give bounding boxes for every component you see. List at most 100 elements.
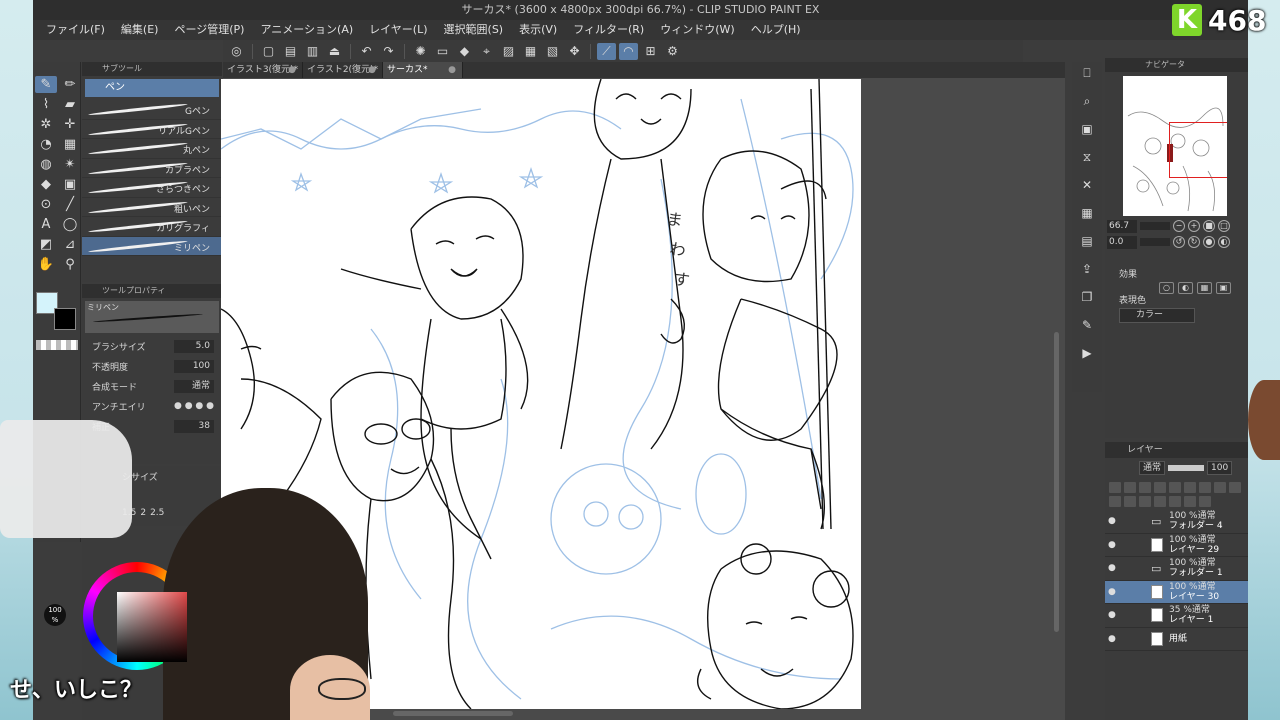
layer-tool-icon[interactable] bbox=[1184, 482, 1196, 493]
fill-icon[interactable]: ◆ bbox=[455, 43, 474, 60]
sub-view-icon[interactable]: ⎕ bbox=[1077, 64, 1097, 82]
search-icon[interactable]: ⌕ bbox=[1077, 92, 1097, 110]
layer-color-icon[interactable]: ▣ bbox=[1216, 282, 1231, 294]
lasso-tool-icon[interactable]: ◯ bbox=[59, 216, 81, 233]
eye-icon[interactable]: ● bbox=[1108, 540, 1116, 550]
snap-special-ruler-icon[interactable]: ◠ bbox=[619, 42, 638, 60]
layer-tool-icon[interactable] bbox=[1109, 482, 1121, 493]
tone-effect-icon[interactable]: ◐ bbox=[1178, 282, 1193, 294]
flip-icon[interactable]: ◐ bbox=[1218, 236, 1230, 248]
history-icon[interactable]: ⧖ bbox=[1077, 148, 1097, 166]
vertical-scrollbar[interactable] bbox=[1054, 332, 1059, 632]
clear-icon[interactable]: ▭ bbox=[433, 43, 452, 60]
grid-icon[interactable]: ▦ bbox=[1077, 204, 1097, 222]
delete-layer-icon[interactable] bbox=[1199, 496, 1211, 507]
pencil-tool-icon[interactable]: ✏ bbox=[59, 76, 81, 93]
hand-tool-icon[interactable]: ✋ bbox=[35, 256, 57, 273]
tab-illust3[interactable]: イラスト3(復元)* ● bbox=[223, 62, 303, 78]
new-folder-icon[interactable] bbox=[1124, 496, 1136, 507]
layer-row[interactable]: ● 100 %通常 レイヤー 29 bbox=[1105, 534, 1248, 557]
rotate-right-icon[interactable]: ↻ bbox=[1188, 236, 1200, 248]
brush-size-option[interactable]: 2.5 bbox=[150, 508, 164, 518]
fill-tool-icon[interactable]: ◆ bbox=[35, 176, 57, 193]
layer-row[interactable]: ● ▭ 100 %通常 フォルダー 4 bbox=[1105, 510, 1248, 534]
subtool-group-tab[interactable]: ペン bbox=[85, 79, 219, 97]
layer-tool-icon[interactable] bbox=[1154, 496, 1166, 507]
brush-item-selected[interactable]: ミリペン bbox=[82, 236, 222, 256]
layer-tool-icon[interactable] bbox=[1124, 482, 1136, 493]
move-tool-icon[interactable]: ✛ bbox=[59, 116, 81, 133]
edit-icon[interactable]: ✎ bbox=[1077, 316, 1097, 334]
snap-grid-icon[interactable]: ⊞ bbox=[641, 43, 660, 60]
animation-icon[interactable]: ▶ bbox=[1077, 344, 1097, 362]
menu-layer[interactable]: レイヤー(L) bbox=[364, 20, 432, 40]
zoom-value[interactable]: 66.7 bbox=[1107, 219, 1137, 233]
layer-tool-icon[interactable] bbox=[1139, 482, 1151, 493]
operation-tool-icon[interactable]: ⊙ bbox=[35, 196, 57, 213]
snap-ruler-icon[interactable]: ⟋ bbox=[597, 42, 616, 60]
zoom-out-icon[interactable]: − bbox=[1173, 220, 1185, 232]
copy-icon[interactable]: ❐ bbox=[1077, 288, 1097, 306]
brush-item[interactable]: Gペン bbox=[82, 100, 222, 120]
eye-icon[interactable]: ● bbox=[1108, 610, 1116, 620]
antialias-options-icon[interactable]: ● ● ● ● bbox=[174, 401, 214, 411]
rotate-left-icon[interactable]: ↺ bbox=[1173, 236, 1185, 248]
zoom-slider[interactable] bbox=[1140, 222, 1170, 230]
close-panel-icon[interactable]: ✕ bbox=[1077, 176, 1097, 194]
menu-page[interactable]: ページ管理(P) bbox=[169, 20, 249, 40]
menu-animation[interactable]: アニメーション(A) bbox=[255, 20, 358, 40]
new-vector-layer-icon[interactable] bbox=[1109, 496, 1121, 507]
layer-tool-icon[interactable] bbox=[1169, 496, 1181, 507]
menu-file[interactable]: ファイル(F) bbox=[41, 20, 110, 40]
eye-icon[interactable]: ● bbox=[1108, 563, 1116, 573]
eye-icon[interactable]: ● bbox=[1108, 516, 1116, 526]
navigator-thumbnail[interactable] bbox=[1123, 76, 1227, 216]
layer-row[interactable]: ● 用紙 bbox=[1105, 628, 1248, 651]
prop-brush-size[interactable]: ブラシサイズ 5.0 bbox=[82, 336, 222, 356]
menu-view[interactable]: 表示(V) bbox=[514, 20, 562, 40]
tab-illust2[interactable]: イラスト2(復元)* ● bbox=[303, 62, 383, 78]
rotation-value[interactable]: 0.0 bbox=[1107, 235, 1137, 249]
menu-filter[interactable]: フィルター(R) bbox=[568, 20, 649, 40]
layer-row[interactable]: ● 35 %通常 レイヤー 1 bbox=[1105, 604, 1248, 628]
prop-opacity[interactable]: 不透明度 100 bbox=[82, 356, 222, 376]
menu-selection[interactable]: 選択範囲(S) bbox=[439, 20, 509, 40]
prop-antialias[interactable]: アンチエイリ ● ● ● ● bbox=[82, 396, 222, 416]
pen-tool-icon[interactable]: ✎ bbox=[35, 76, 57, 93]
saturation-value-square[interactable] bbox=[117, 592, 187, 662]
transform-icon[interactable]: ⌖ bbox=[477, 43, 496, 60]
fit-icon[interactable]: ■ bbox=[1203, 220, 1215, 232]
mask-icon[interactable] bbox=[1184, 496, 1196, 507]
eye-icon[interactable]: ● bbox=[1108, 587, 1116, 597]
navigator-view-frame[interactable] bbox=[1169, 122, 1227, 178]
auto-select-tool-icon[interactable]: ✴ bbox=[59, 156, 81, 173]
export-panel-icon[interactable]: ⇪ bbox=[1077, 260, 1097, 278]
layer-tool-icon[interactable] bbox=[1214, 482, 1226, 493]
eye-icon[interactable]: ● bbox=[1108, 634, 1116, 644]
undo-icon[interactable]: ↶ bbox=[357, 43, 376, 60]
open-icon[interactable]: ▤ bbox=[281, 43, 300, 60]
layer-opacity-value[interactable]: 100 bbox=[1207, 461, 1233, 475]
layer-row[interactable]: ● ▭ 100 %通常 フォルダー 1 bbox=[1105, 557, 1248, 581]
menu-edit[interactable]: 編集(E) bbox=[116, 20, 164, 40]
export-icon[interactable]: ⏏ bbox=[325, 43, 344, 60]
reset-rotation-icon[interactable]: ● bbox=[1203, 236, 1215, 248]
brush-size-option[interactable]: 2 bbox=[140, 508, 146, 518]
menu-window[interactable]: ウィンドウ(W) bbox=[655, 20, 739, 40]
line-tool-icon[interactable]: ╱ bbox=[59, 196, 81, 213]
brush-item[interactable]: 粗いペン bbox=[82, 198, 222, 217]
save-icon[interactable]: ▥ bbox=[303, 43, 322, 60]
eraser-tool-icon[interactable]: ▰ bbox=[59, 96, 81, 113]
rotation-slider[interactable] bbox=[1140, 238, 1170, 246]
brush-tool-icon[interactable]: ⌇ bbox=[35, 96, 57, 113]
crop-icon[interactable]: ▦ bbox=[521, 43, 540, 60]
expression-color-select[interactable]: カラー bbox=[1119, 308, 1195, 323]
clip-studio-icon[interactable]: ◎ bbox=[227, 43, 246, 60]
layer-tool-icon[interactable] bbox=[1169, 482, 1181, 493]
brush-item[interactable]: カブラペン bbox=[82, 159, 222, 178]
blend-mode-select[interactable]: 通常 bbox=[1139, 461, 1166, 475]
redo-icon[interactable]: ↷ bbox=[379, 43, 398, 60]
new-file-icon[interactable]: ▢ bbox=[259, 43, 278, 60]
layer-tool-icon[interactable] bbox=[1199, 482, 1211, 493]
gradient-tool-icon[interactable]: ▣ bbox=[59, 176, 81, 193]
